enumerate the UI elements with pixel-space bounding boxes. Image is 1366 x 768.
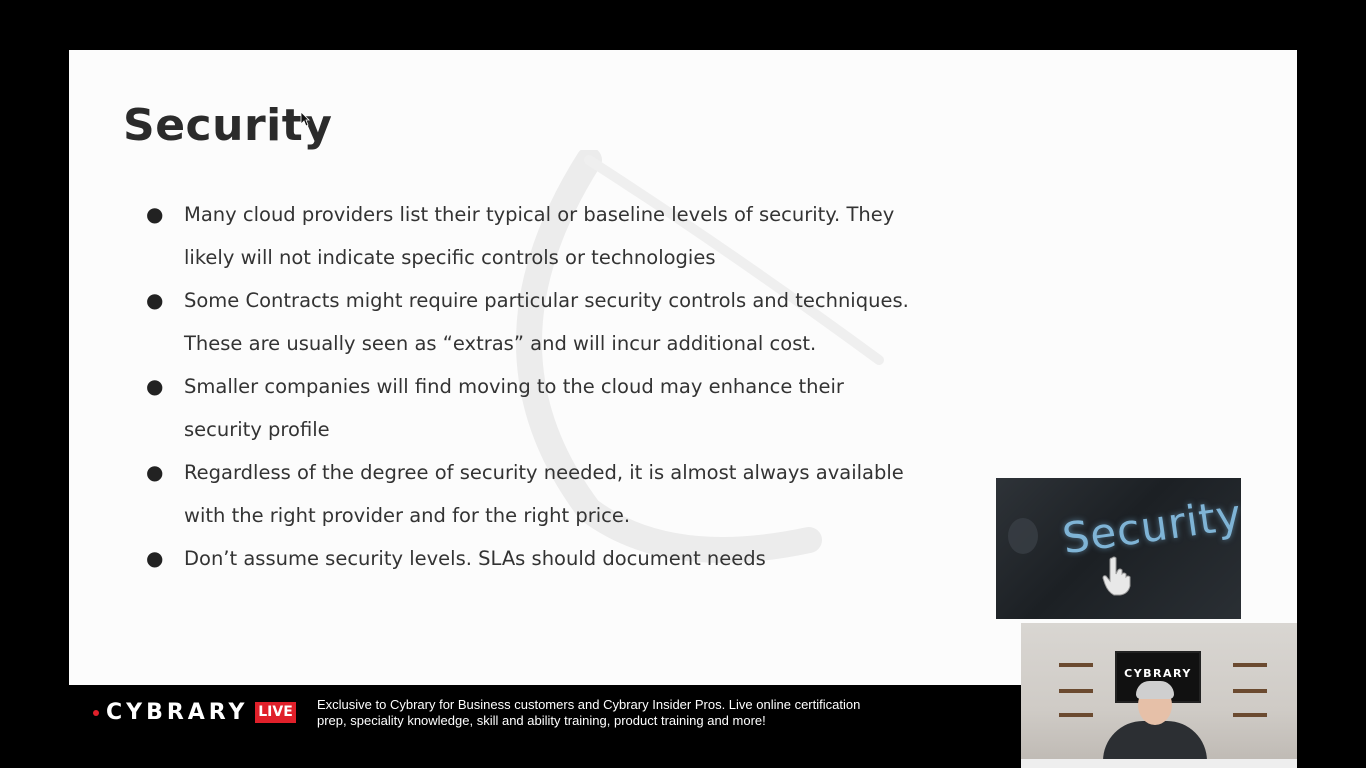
shelf xyxy=(1059,713,1093,717)
shelf xyxy=(1233,663,1267,667)
promo-line-2: prep, speciality knowledge, skill and ab… xyxy=(317,713,766,728)
brand-logo: CYBRARY xyxy=(106,700,249,725)
bullet-text: Don’t assume security levels. SLAs shoul… xyxy=(184,547,766,570)
bullet-text: Some Contracts might require particular … xyxy=(184,289,909,355)
bullet-text: Smaller companies will find moving to th… xyxy=(184,375,844,441)
shelf xyxy=(1233,689,1267,693)
mouse-cursor-icon xyxy=(300,111,310,127)
bullet-marker: ● xyxy=(146,288,164,312)
bullet-text: Regardless of the degree of security nee… xyxy=(184,461,904,527)
presenter-hair xyxy=(1136,681,1174,699)
promo-line-1: Exclusive to Cybrary for Business custom… xyxy=(317,697,861,712)
bullet-item: ● Smaller companies will find moving to … xyxy=(146,365,924,451)
presenter-webcam: CYBRARY xyxy=(1021,623,1297,768)
live-badge: LIVE xyxy=(255,702,296,723)
photo-word: Security xyxy=(1059,489,1241,564)
bullet-marker: ● xyxy=(146,546,164,570)
bullet-item: ● Some Contracts might require particula… xyxy=(146,279,924,365)
badge-icon xyxy=(1008,518,1038,554)
bullet-item: ● Don’t assume security levels. SLAs sho… xyxy=(146,537,924,580)
promo-text: Exclusive to Cybrary for Business custom… xyxy=(317,697,917,729)
bullet-item: ● Regardless of the degree of security n… xyxy=(146,451,924,537)
shelf xyxy=(1233,713,1267,717)
shelf xyxy=(1059,689,1093,693)
bullet-marker: ● xyxy=(146,374,164,398)
bullet-marker: ● xyxy=(146,202,164,226)
bullet-list: ● Many cloud providers list their typica… xyxy=(146,193,924,580)
bullet-text: Many cloud providers list their typical … xyxy=(184,203,895,269)
bottom-banner: CYBRARY LIVE Exclusive to Cybrary for Bu… xyxy=(69,685,1021,768)
screen-logo: CYBRARY xyxy=(1124,667,1192,680)
brand-dot-icon xyxy=(93,710,99,716)
bullet-item: ● Many cloud providers list their typica… xyxy=(146,193,924,279)
security-photo: Security xyxy=(996,478,1241,619)
shelf xyxy=(1059,663,1093,667)
desk xyxy=(1021,759,1297,768)
bullet-marker: ● xyxy=(146,460,164,484)
hand-pointer-icon xyxy=(1102,556,1131,596)
